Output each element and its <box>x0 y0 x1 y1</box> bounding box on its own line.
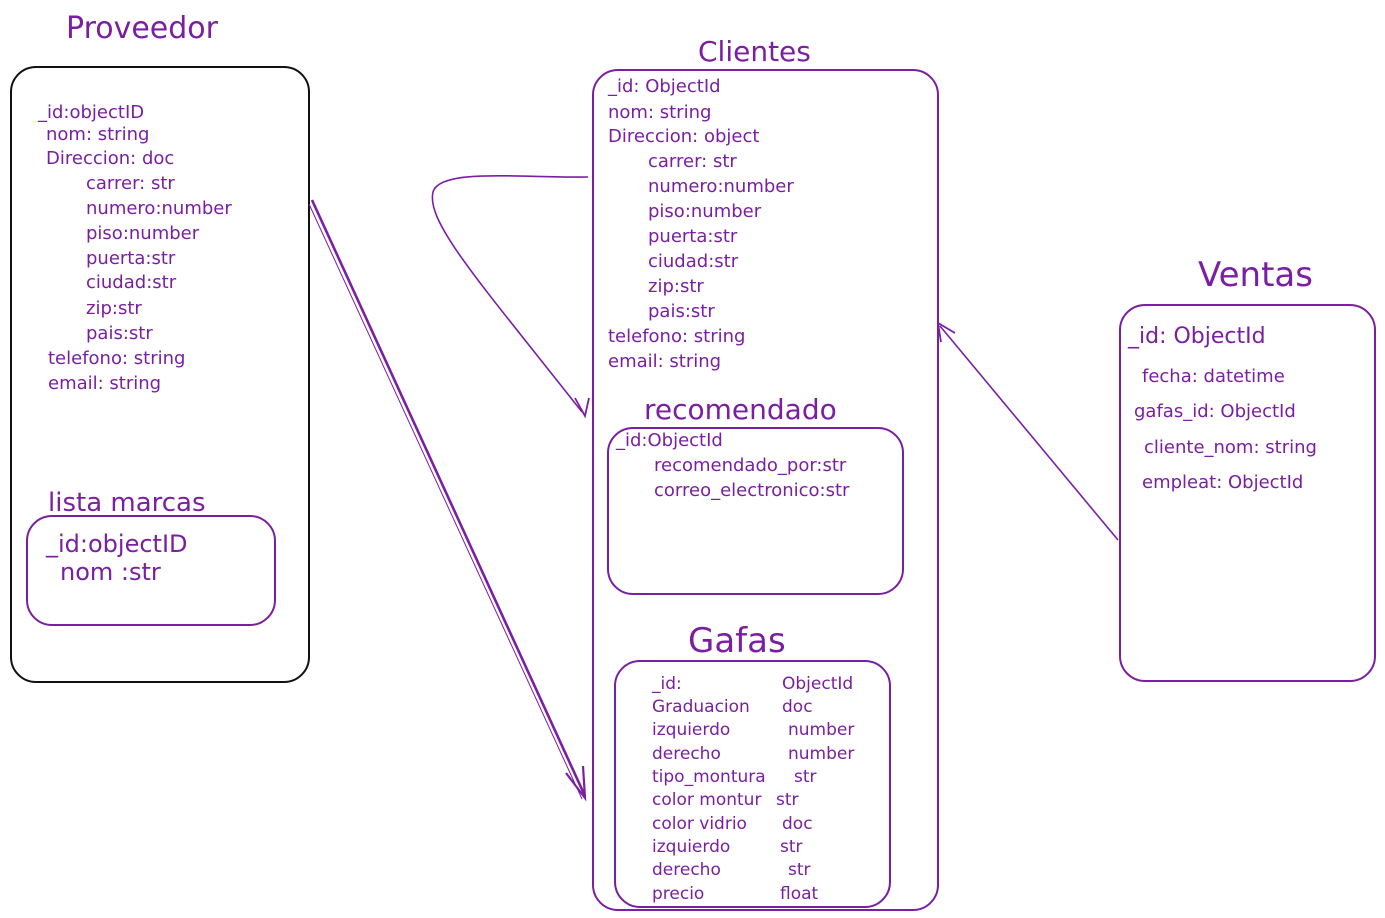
proveedor-to-gafas-arrow <box>310 199 587 797</box>
diagram-canvas: Proveedor _id:objectID nom: string Direc… <box>0 0 1385 918</box>
clientes-to-recomendado-arrow <box>431 174 589 413</box>
ventas-to-clientes-arrow <box>939 325 1119 541</box>
proveedor-to-gafas-arrow-2 <box>308 203 583 800</box>
connector-arrows <box>308 174 1119 802</box>
